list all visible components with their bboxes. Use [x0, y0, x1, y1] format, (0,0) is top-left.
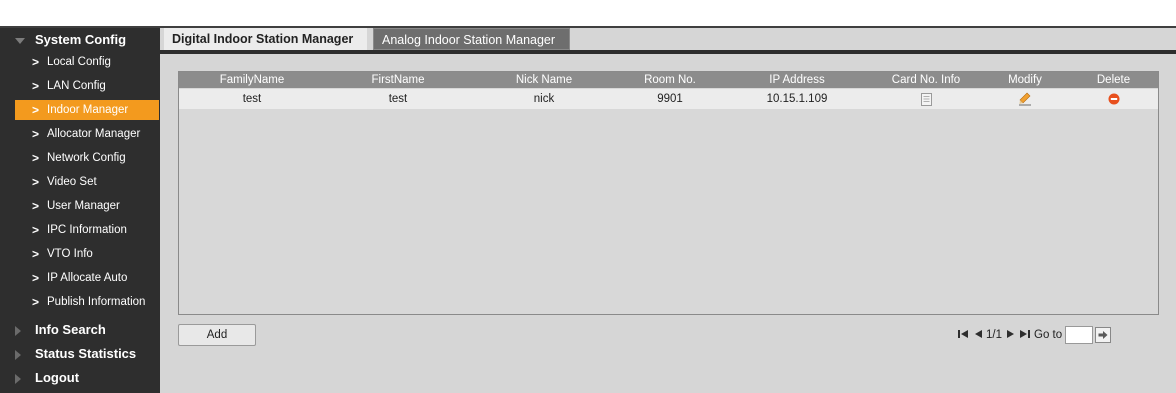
- minus-circle-icon[interactable]: [1108, 93, 1120, 105]
- chevron-right-icon: >: [32, 223, 40, 237]
- sidebar-item-video-set[interactable]: > Video Set: [15, 172, 159, 192]
- main-panel: Digital Indoor Station Manager Analog In…: [160, 28, 1176, 393]
- sidebar-item-indoor-manager[interactable]: > Indoor Manager: [15, 100, 159, 120]
- column-header-first-name: FirstName: [371, 74, 425, 86]
- sidebar-item-ipc-information[interactable]: > IPC Information: [15, 220, 159, 240]
- sidebar-item-label: Indoor Manager: [47, 104, 129, 116]
- goto-label: Go to: [1034, 329, 1063, 341]
- sidebar-item-label: IPC Information: [47, 224, 127, 236]
- tab-divider: [160, 50, 1176, 54]
- column-header-card-no-info: Card No. Info: [891, 74, 961, 86]
- sidebar-item-allocator-manager[interactable]: > Allocator Manager: [15, 124, 159, 144]
- triangle-right-icon: [15, 326, 21, 336]
- tab-digital-indoor-station-manager[interactable]: Digital Indoor Station Manager: [164, 28, 367, 50]
- chevron-right-icon: >: [32, 127, 40, 141]
- cell-first-name: test: [388, 93, 408, 105]
- sidebar-section-label: Info Search: [35, 322, 106, 337]
- pencil-icon[interactable]: [1018, 92, 1032, 106]
- goto-page-input[interactable]: [1065, 326, 1094, 344]
- column-header-room-no: Room No.: [644, 74, 696, 86]
- top-bar: [0, 0, 1176, 26]
- sidebar: System Config > Local Config > LAN Confi…: [0, 28, 160, 393]
- sidebar-section-status-statistics[interactable]: Status Statistics: [0, 342, 160, 366]
- sidebar-item-network-config[interactable]: > Network Config: [15, 148, 159, 168]
- chevron-right-icon: >: [32, 79, 40, 93]
- chevron-right-icon: >: [32, 55, 40, 69]
- sidebar-item-vto-info[interactable]: > VTO Info: [15, 244, 159, 264]
- sidebar-item-label: VTO Info: [47, 248, 93, 260]
- sidebar-section-info-search[interactable]: Info Search: [0, 318, 160, 342]
- go-button[interactable]: [1095, 327, 1112, 343]
- sidebar-item-label: IP Allocate Auto: [47, 272, 128, 284]
- document-icon[interactable]: [920, 92, 932, 106]
- sidebar-section-label: System Config: [35, 32, 127, 47]
- indoor-station-table: FamilyName FirstName Nick Name Room No. …: [178, 71, 1159, 315]
- chevron-right-icon: >: [32, 295, 40, 309]
- cell-room-no: 9901: [657, 93, 683, 105]
- chevron-right-icon: >: [32, 199, 40, 213]
- pagination: 1/1 Go to: [958, 324, 1154, 346]
- last-page-icon[interactable]: [1020, 329, 1031, 342]
- column-header-ip-address: IP Address: [769, 74, 825, 86]
- cell-nick-name: nick: [533, 93, 555, 105]
- sidebar-item-local-config[interactable]: > Local Config: [15, 52, 159, 72]
- chevron-right-icon: >: [32, 247, 40, 261]
- cell-card-no-info: [871, 89, 981, 109]
- page-info: 1/1: [986, 329, 1002, 341]
- column-header-nick-name: Nick Name: [515, 74, 573, 86]
- sidebar-item-label: LAN Config: [47, 80, 106, 92]
- triangle-down-icon: [15, 38, 25, 44]
- chevron-right-icon: >: [32, 271, 40, 285]
- prev-page-icon[interactable]: [974, 329, 982, 342]
- next-page-icon[interactable]: [1007, 329, 1015, 342]
- chevron-right-icon: >: [32, 151, 40, 165]
- sidebar-item-ip-allocate-auto[interactable]: > IP Allocate Auto: [15, 268, 159, 288]
- sidebar-item-user-manager[interactable]: > User Manager: [15, 196, 159, 216]
- sidebar-item-label: Video Set: [47, 176, 97, 188]
- sidebar-item-label: Network Config: [47, 152, 126, 164]
- cell-modify: [981, 89, 1069, 109]
- tab-analog-indoor-station-manager[interactable]: Analog Indoor Station Manager: [373, 28, 570, 50]
- sidebar-section-label: Status Statistics: [35, 346, 137, 361]
- sidebar-section-label: Logout: [35, 370, 80, 385]
- sidebar-item-label: Allocator Manager: [47, 128, 141, 140]
- arrow-right-icon: [1098, 331, 1108, 339]
- triangle-right-icon: [15, 374, 21, 384]
- sidebar-section-system-config[interactable]: System Config: [0, 28, 160, 52]
- sidebar-item-lan-config[interactable]: > LAN Config: [15, 76, 159, 96]
- cell-ip-address: 10.15.1.109: [766, 93, 828, 105]
- column-header-modify: Modify: [1008, 74, 1042, 86]
- cell-family-name: test: [242, 93, 262, 105]
- sidebar-item-publish-information[interactable]: > Publish Information: [15, 292, 159, 312]
- sidebar-item-label: Publish Information: [47, 296, 146, 308]
- sidebar-section-logout[interactable]: Logout: [0, 366, 160, 390]
- triangle-right-icon: [15, 350, 21, 360]
- chevron-right-icon: >: [32, 175, 40, 189]
- table-header: FamilyName FirstName Nick Name Room No. …: [179, 72, 1158, 88]
- column-header-family-name: FamilyName: [219, 74, 285, 86]
- table-row[interactable]: test test nick 9901 10.15.1.109: [179, 89, 1158, 109]
- sidebar-item-label: User Manager: [47, 200, 120, 212]
- chevron-right-icon: >: [32, 103, 40, 117]
- cell-delete: [1069, 89, 1158, 109]
- add-button[interactable]: Add: [178, 324, 256, 346]
- sidebar-item-label: Local Config: [47, 56, 111, 68]
- first-page-icon[interactable]: [958, 329, 969, 342]
- column-header-delete: Delete: [1096, 74, 1131, 86]
